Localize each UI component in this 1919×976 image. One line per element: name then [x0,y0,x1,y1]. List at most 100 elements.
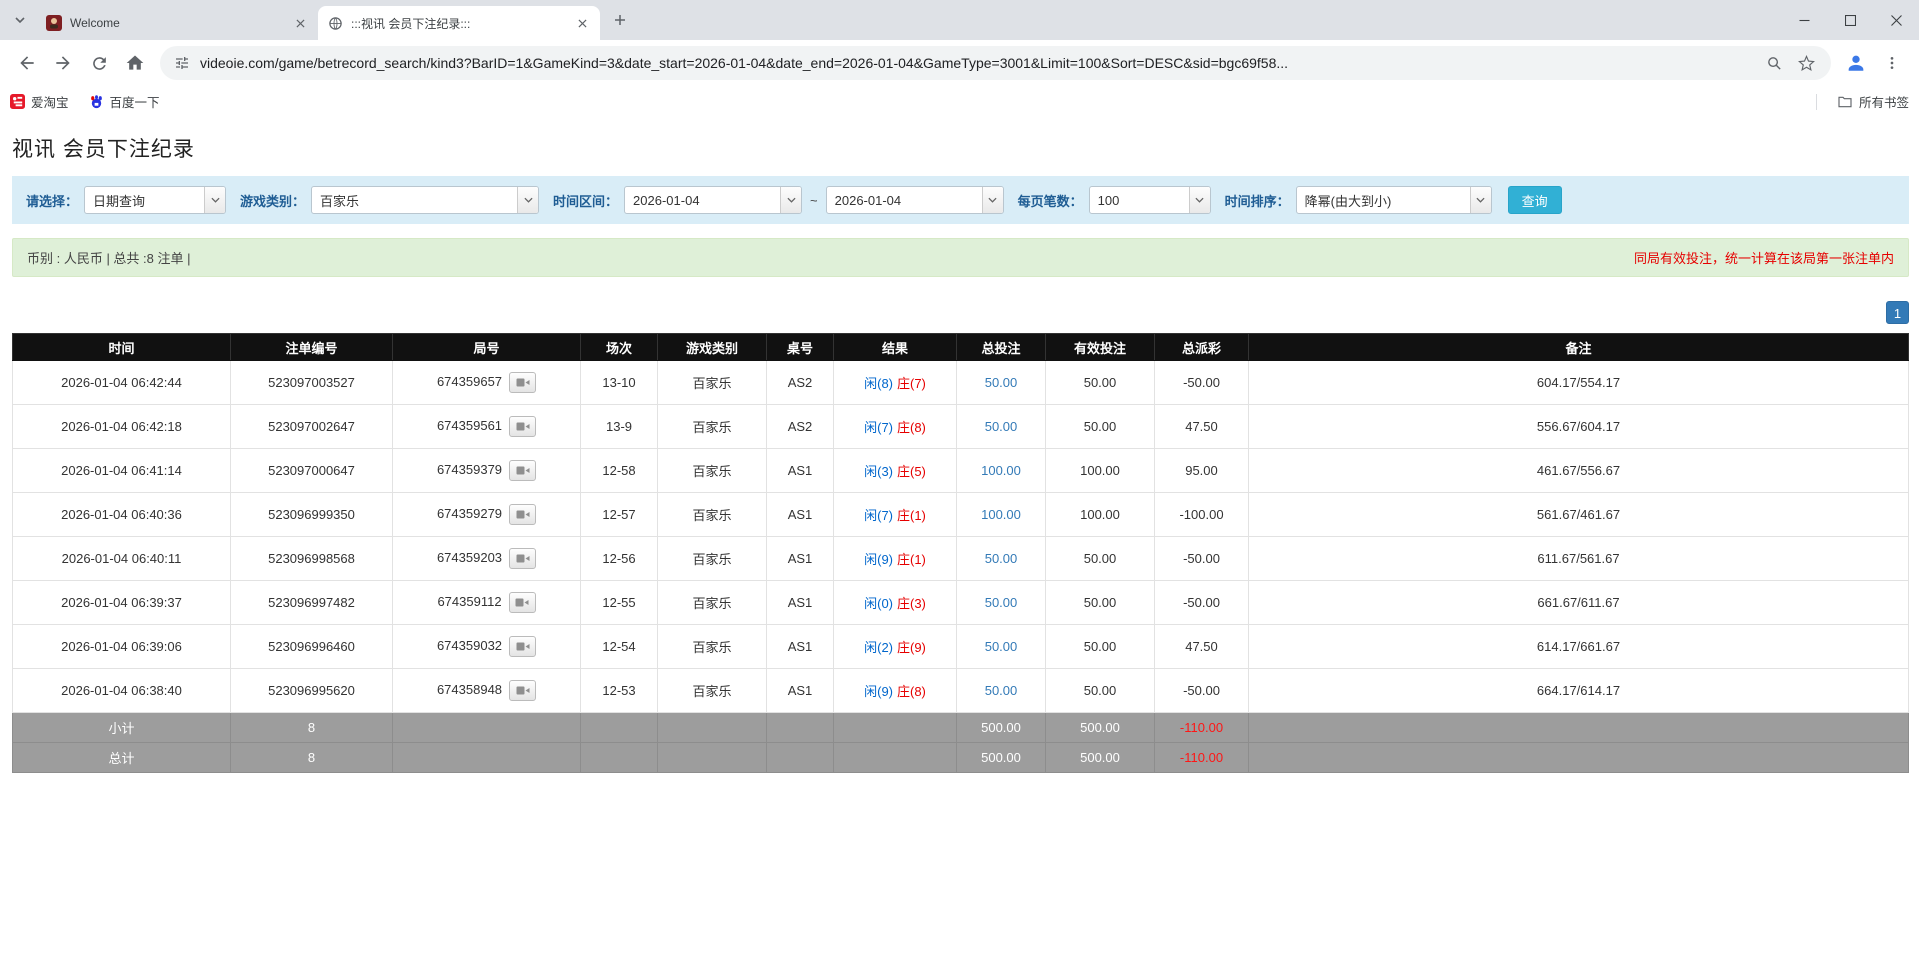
bookmark-baidu[interactable]: 百度一下 [89,92,160,111]
new-tab-button[interactable] [606,6,634,34]
total-bet-link[interactable]: 50.00 [985,595,1018,610]
table-row: 2026-01-04 06:39:37 523096997482 6743591… [13,581,1909,625]
total-bet-link[interactable]: 50.00 [985,683,1018,698]
bookmark-star-button[interactable] [1795,52,1817,74]
video-replay-icon[interactable] [509,592,536,613]
cell-round-id: 674359112 [393,581,581,625]
table-row: 2026-01-04 06:40:11 523096998568 6743592… [13,537,1909,581]
cell-payout: -50.00 [1155,581,1249,625]
cell-valid-bet: 50.00 [1046,581,1155,625]
cell-result: 闲(8)庄(7) [834,361,957,405]
bookmark-aitaobao[interactable]: 爱淘宝 [10,92,69,111]
date-end-value: 2026-01-04 [827,187,982,213]
back-button[interactable] [10,46,44,80]
result-banker: 庄(7) [897,376,926,391]
total-bet-link[interactable]: 50.00 [985,551,1018,566]
video-replay-icon[interactable] [509,504,536,525]
cell-payout: 95.00 [1155,449,1249,493]
total-bet-link[interactable]: 50.00 [985,639,1018,654]
page-title: 视讯 会员下注纪录 [12,133,1909,163]
chevron-down-icon[interactable] [780,187,801,213]
address-bar[interactable]: videoie.com/game/betrecord_search/kind3?… [160,46,1831,80]
cell-bet-id: 523097000647 [231,449,393,493]
globe-icon [328,16,343,31]
menu-button[interactable] [1875,46,1909,80]
all-bookmarks-button[interactable]: 所有书签 [1837,92,1909,111]
query-type-select[interactable]: 日期查询 [84,186,226,214]
search-button[interactable]: 查询 [1508,186,1562,214]
per-page-value: 100 [1090,187,1189,213]
result-banker: 庄(8) [897,420,926,435]
bookmarks-bar: 爱淘宝 百度一下 所有书签 [0,86,1919,117]
date-end-select[interactable]: 2026-01-04 [826,186,1004,214]
video-replay-icon[interactable] [509,680,536,701]
close-tab-icon[interactable] [292,15,308,31]
page-number-button[interactable]: 1 [1886,301,1909,324]
zoom-button[interactable] [1763,52,1785,74]
video-replay-icon[interactable] [509,460,536,481]
cell-valid-bet: 50.00 [1046,361,1155,405]
per-page-select[interactable]: 100 [1089,186,1211,214]
home-icon [125,53,145,73]
welcome-tab-favicon [46,15,62,31]
valid-bet-notice: 同局有效投注，统一计算在该局第一张注单内 [1634,248,1894,267]
cell-round-id: 674359561 [393,405,581,449]
site-info-icon[interactable] [174,55,190,71]
cell-valid-bet: 50.00 [1046,405,1155,449]
date-start-select[interactable]: 2026-01-04 [624,186,802,214]
cell-result: 闲(0)庄(3) [834,581,957,625]
tab-welcome[interactable]: Welcome [36,6,318,40]
query-type-value: 日期查询 [85,187,204,213]
maximize-button[interactable] [1827,0,1873,40]
subtotal-valid-bet: 500.00 [1046,713,1155,743]
date-range-tilde: ~ [810,193,818,208]
tab-search-button[interactable] [6,6,34,34]
total-bet-link[interactable]: 50.00 [985,419,1018,434]
cell-bet-id: 523096996460 [231,625,393,669]
chevron-down-icon[interactable] [982,187,1003,213]
cell-payout: -100.00 [1155,493,1249,537]
url-text[interactable]: videoie.com/game/betrecord_search/kind3?… [200,55,1753,71]
home-button[interactable] [118,46,152,80]
total-bet-link[interactable]: 50.00 [985,375,1018,390]
chevron-down-icon[interactable] [517,187,538,213]
cell-time: 2026-01-04 06:40:36 [13,493,231,537]
cell-bet-id: 523096997482 [231,581,393,625]
round-id: 674359203 [437,550,502,565]
chevron-down-icon[interactable] [1470,187,1491,213]
header-note: 备注 [1249,334,1909,361]
video-replay-icon[interactable] [509,636,536,657]
grand-total-count: 8 [231,743,393,773]
close-tab-icon[interactable] [574,15,590,31]
cell-note: 611.67/561.67 [1249,537,1909,581]
grand-total-total-bet: 500.00 [957,743,1046,773]
cell-result: 闲(2)庄(9) [834,625,957,669]
total-bet-link[interactable]: 100.00 [981,507,1021,522]
filter-panel: 请选择： 日期查询 游戏类别： 百家乐 时间区间： 2026-01-04 ~ 2… [12,176,1909,224]
header-total-bet: 总投注 [957,334,1046,361]
video-replay-icon[interactable] [509,548,536,569]
time-sort-select[interactable]: 降幂(由大到小) [1296,186,1492,214]
header-result: 结果 [834,334,957,361]
cell-game-kind: 百家乐 [658,581,767,625]
minimize-button[interactable] [1781,0,1827,40]
round-id: 674359657 [437,374,502,389]
cell-valid-bet: 50.00 [1046,625,1155,669]
cell-result: 闲(3)庄(5) [834,449,957,493]
header-round-id: 局号 [393,334,581,361]
video-replay-icon[interactable] [509,416,536,437]
per-page-label: 每页笔数： [1018,191,1083,210]
cell-game-kind: 百家乐 [658,669,767,713]
total-bet-link[interactable]: 100.00 [981,463,1021,478]
cell-session: 12-54 [581,625,658,669]
refresh-button[interactable] [82,46,116,80]
forward-button[interactable] [46,46,80,80]
tab-betrecord[interactable]: :::视讯 会员下注纪录::: [318,6,600,40]
video-replay-icon[interactable] [509,372,536,393]
chevron-down-icon[interactable] [204,187,225,213]
tab-title: Welcome [70,16,284,30]
close-button[interactable] [1873,0,1919,40]
chevron-down-icon[interactable] [1189,187,1210,213]
profile-button[interactable] [1839,46,1873,80]
game-kind-select[interactable]: 百家乐 [311,186,539,214]
